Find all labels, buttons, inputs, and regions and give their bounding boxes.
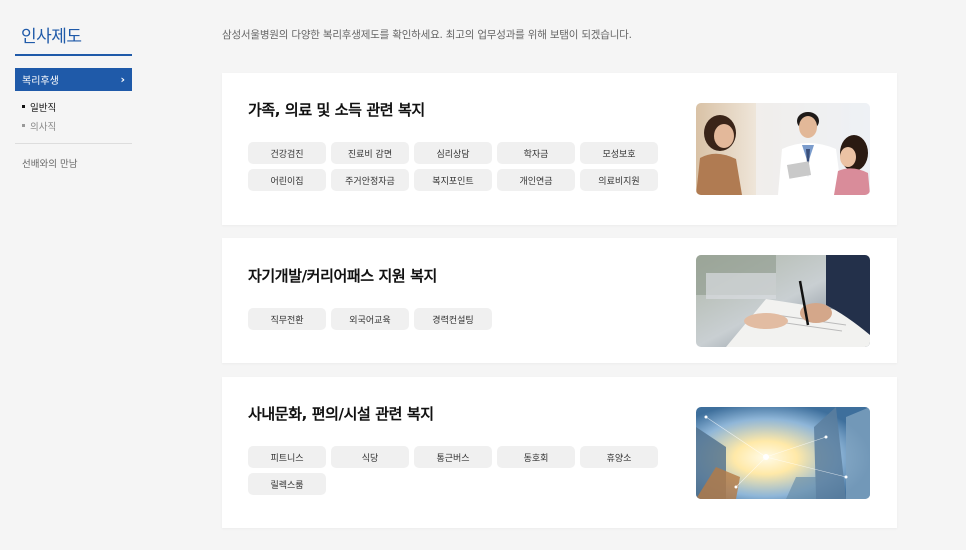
card-title: 가족, 의료 및 소득 관련 복지 xyxy=(248,101,425,119)
chip[interactable]: 의료비지원 xyxy=(580,169,658,191)
bullet-icon xyxy=(22,105,25,108)
chip[interactable]: 어린이집 xyxy=(248,169,326,191)
chip-list: 피트니스 식당 통근버스 동호회 휴양소 릴렉스룸 xyxy=(248,446,668,495)
chip[interactable]: 진료비 감면 xyxy=(331,142,409,164)
chip-list: 건강검진 진료비 감면 심리상담 학자금 모성보호 어린이집 주거안정자금 복지… xyxy=(248,142,668,191)
card-title: 사내문화, 편의/시설 관련 복지 xyxy=(248,405,434,423)
chip[interactable]: 건강검진 xyxy=(248,142,326,164)
chip[interactable]: 학자금 xyxy=(497,142,575,164)
chevron-right-icon: › xyxy=(120,73,125,86)
chip[interactable]: 직무전환 xyxy=(248,308,326,330)
card-title: 자기개발/커리어패스 지원 복지 xyxy=(248,267,437,285)
chip[interactable]: 주거안정자금 xyxy=(331,169,409,191)
chip[interactable]: 경력컨설팅 xyxy=(414,308,492,330)
sidebar-divider xyxy=(15,143,132,144)
sidebar-sub-item-doctor[interactable]: 의사직 xyxy=(15,116,132,135)
sidebar-link-seniors[interactable]: 선배와의 만남 xyxy=(15,156,132,170)
city-skyline-photo xyxy=(696,407,870,499)
sidebar-title: 인사제도 xyxy=(15,22,132,56)
chip[interactable]: 휴양소 xyxy=(580,446,658,468)
sidebar: 인사제도 복리후생 › 일반직 의사직 선배와의 만남 xyxy=(15,0,132,170)
welfare-card-career: 자기개발/커리어패스 지원 복지 직무전환 외국어교육 경력컨설팅 xyxy=(222,238,897,363)
chip-list: 직무전환 외국어교육 경력컨설팅 xyxy=(248,308,668,330)
sub-item-label: 일반직 xyxy=(30,102,57,114)
sidebar-sub-item-general[interactable]: 일반직 xyxy=(15,97,132,116)
chip[interactable]: 외국어교육 xyxy=(331,308,409,330)
chip[interactable]: 릴렉스룸 xyxy=(248,473,326,495)
handshake-documents-photo xyxy=(696,255,870,347)
chip[interactable]: 동호회 xyxy=(497,446,575,468)
chip[interactable]: 복지포인트 xyxy=(414,169,492,191)
sidebar-item-welfare[interactable]: 복리후생 › xyxy=(15,68,132,91)
chip[interactable]: 식당 xyxy=(331,446,409,468)
chip[interactable]: 통근버스 xyxy=(414,446,492,468)
doctor-family-image xyxy=(696,103,870,195)
chip[interactable]: 심리상담 xyxy=(414,142,492,164)
chip[interactable]: 모성보호 xyxy=(580,142,658,164)
chip[interactable]: 개인연금 xyxy=(497,169,575,191)
intro-text: 삼성서울병원의 다양한 복리후생제도를 확인하세요. 최고의 업무성과를 위해 … xyxy=(222,29,632,41)
welfare-card-family: 가족, 의료 및 소득 관련 복지 건강검진 진료비 감면 심리상담 학자금 모… xyxy=(222,73,897,225)
sidebar-sub-list: 일반직 의사직 xyxy=(15,97,132,135)
doctor-family-photo xyxy=(696,103,870,195)
bullet-icon xyxy=(22,124,25,127)
documents-image xyxy=(696,255,870,347)
sidebar-item-label: 복리후생 xyxy=(22,76,59,87)
chip[interactable]: 피트니스 xyxy=(248,446,326,468)
skyline-image xyxy=(696,407,870,499)
welfare-card-culture: 사내문화, 편의/시설 관련 복지 피트니스 식당 통근버스 동호회 휴양소 릴… xyxy=(222,377,897,528)
sub-item-label: 의사직 xyxy=(30,121,57,133)
